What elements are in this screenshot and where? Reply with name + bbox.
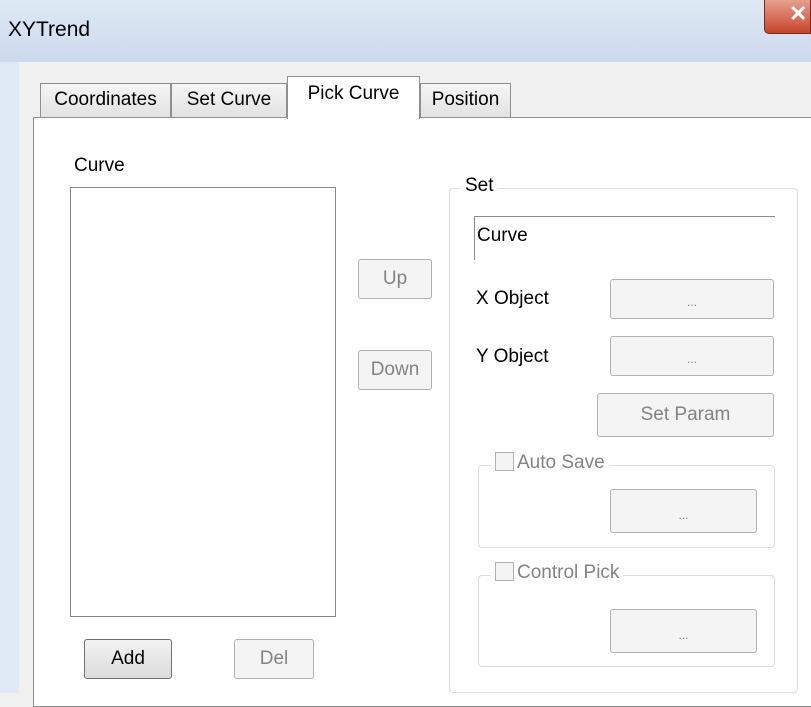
add-button-label: Add: [111, 648, 145, 669]
tab-coordinates[interactable]: Coordinates: [40, 83, 171, 117]
browse-ellipsis: ...: [686, 295, 697, 309]
curve-listbox[interactable]: [70, 187, 336, 617]
tab-pick-curve[interactable]: Pick Curve: [287, 76, 420, 119]
tab-label: Pick Curve: [307, 83, 400, 104]
control-pick-checkbox[interactable]: Control Pick: [491, 562, 624, 584]
up-button-label: Up: [382, 268, 408, 289]
curve-name-field[interactable]: Curve: [474, 216, 775, 260]
control-pick-label: Control Pick: [517, 562, 620, 583]
set-param-label: Set Param: [640, 404, 731, 425]
auto-save-checkbox[interactable]: Auto Save: [491, 452, 609, 474]
browse-ellipsis: ...: [678, 508, 689, 522]
window-frame: [0, 62, 19, 693]
set-group-legend: Set: [461, 175, 498, 197]
curve-name-value: Curve: [477, 225, 528, 246]
checkbox-icon: [495, 452, 514, 471]
tab-label: Coordinates: [54, 89, 157, 110]
close-button[interactable]: ✕: [764, 0, 811, 34]
auto-save-label: Auto Save: [517, 452, 605, 473]
curve-list-label: Curve: [74, 155, 125, 176]
y-object-label: Y Object: [476, 346, 549, 367]
x-object-label: X Object: [476, 288, 549, 309]
x-object-browse-button[interactable]: ...: [610, 279, 774, 319]
tab-label: Position: [431, 89, 500, 110]
set-param-button[interactable]: Set Param: [597, 393, 774, 437]
del-button-label: Del: [259, 648, 289, 669]
checkbox-icon: [495, 562, 514, 581]
tab-label: Set Curve: [186, 89, 272, 110]
close-icon: ✕: [789, 1, 808, 26]
down-button-label: Down: [370, 359, 420, 380]
control-pick-browse-button[interactable]: ...: [610, 609, 757, 653]
down-button[interactable]: Down: [358, 350, 432, 390]
tab-set-curve[interactable]: Set Curve: [171, 83, 287, 117]
tab-position[interactable]: Position: [420, 83, 511, 117]
add-button[interactable]: Add: [84, 639, 172, 679]
browse-ellipsis: ...: [678, 628, 689, 642]
y-object-browse-button[interactable]: ...: [610, 336, 774, 376]
up-button[interactable]: Up: [358, 259, 432, 299]
window-title: XYTrend: [8, 18, 91, 41]
auto-save-browse-button[interactable]: ...: [610, 489, 757, 533]
del-button[interactable]: Del: [234, 639, 314, 679]
browse-ellipsis: ...: [686, 352, 697, 366]
title-bar: XYTrend ✕: [0, 0, 811, 62]
